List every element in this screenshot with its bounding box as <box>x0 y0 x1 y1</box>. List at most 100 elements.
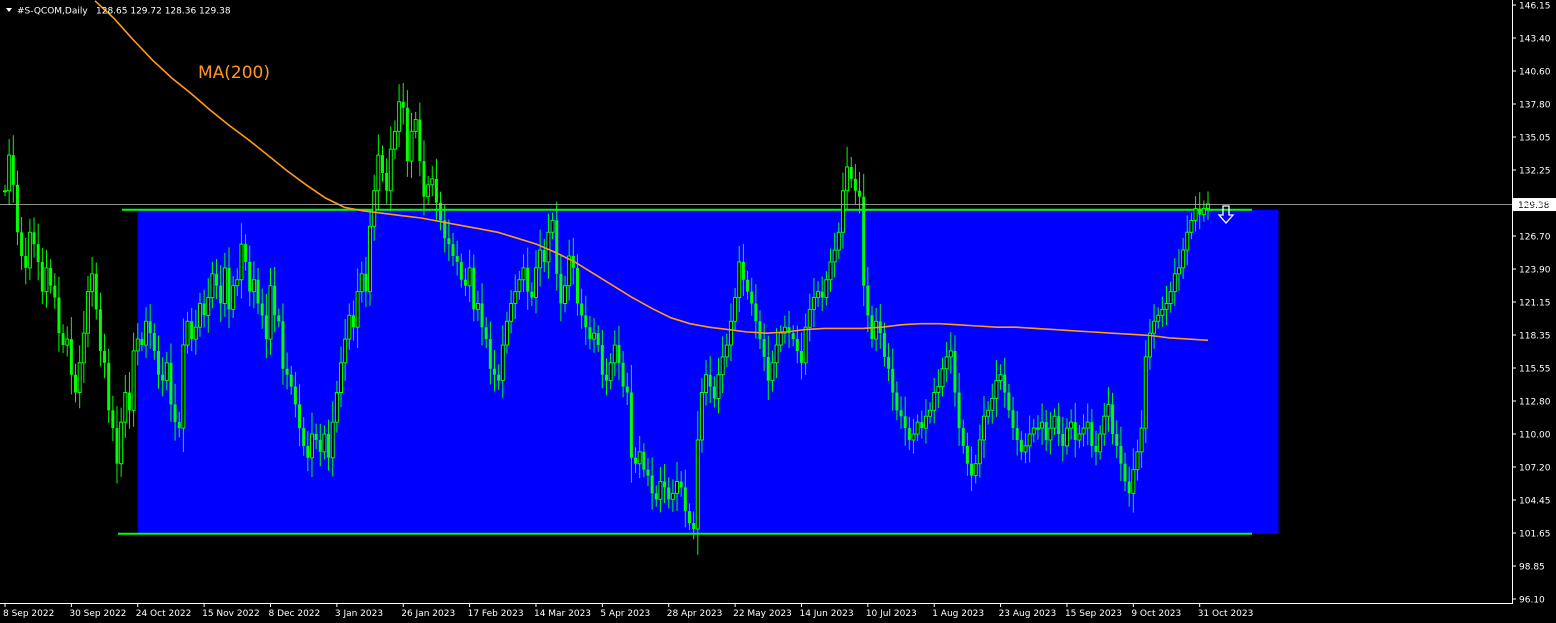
candle-body-down <box>530 291 534 298</box>
candle-body-down <box>488 339 492 369</box>
candle-body-up <box>874 320 879 340</box>
x-tick-label: 9 Oct 2023 <box>1131 609 1181 619</box>
candle-body-down <box>799 350 803 363</box>
candle-body-down <box>621 362 625 387</box>
candle-body-down <box>526 267 530 292</box>
candle-body-up <box>330 421 335 459</box>
candle-body-down <box>434 178 438 203</box>
candle-body-up <box>1106 403 1111 417</box>
candle-body-down <box>895 392 899 411</box>
x-tick-label: 3 Jan 2023 <box>335 609 383 619</box>
candle-body-up <box>1131 469 1136 494</box>
x-tick-label: 15 Sep 2023 <box>1065 609 1122 619</box>
candle-body-up <box>845 166 850 192</box>
candle-body-down <box>903 416 907 429</box>
candle-body-up <box>235 279 240 287</box>
candle-body-up <box>27 231 32 269</box>
candle-body-down <box>683 487 687 512</box>
candle-body-down <box>248 261 252 292</box>
candle-body-up <box>550 219 555 233</box>
candle-body-down <box>746 279 750 292</box>
candle-body-down <box>36 244 40 262</box>
candle-body-down <box>61 333 65 346</box>
candle-body-up <box>467 267 472 287</box>
candle-body-up <box>695 439 700 530</box>
x-tick-label: 1 Aug 2023 <box>932 609 984 619</box>
candle-body-down <box>750 291 754 304</box>
candle-body-up <box>206 297 211 316</box>
candle-body-down <box>15 184 19 233</box>
candle-body-up <box>376 154 381 192</box>
candle-body-up <box>1176 267 1181 275</box>
candle-body-down <box>625 386 629 393</box>
candle-body-down <box>405 107 409 162</box>
candle-body-up <box>44 267 49 293</box>
x-tick-label: 31 Oct 2023 <box>1198 609 1254 619</box>
candle-body-up <box>164 362 169 382</box>
candle-body-down <box>244 244 248 262</box>
candle-body-up <box>774 344 779 364</box>
candle-body-down <box>148 321 152 334</box>
candle-body-down <box>754 303 758 322</box>
candle-body-up <box>811 297 816 310</box>
x-tick-label: 8 Sep 2022 <box>3 609 54 619</box>
candle-body-down <box>542 250 546 262</box>
candle-body-up <box>770 362 775 382</box>
candle-body-up <box>1035 427 1040 430</box>
x-tick-label: 5 Apr 2023 <box>600 609 650 619</box>
candle-body-up <box>65 338 70 346</box>
candle-body-down <box>766 356 770 381</box>
candle-body-down <box>953 350 957 393</box>
candle-body-up <box>940 368 945 388</box>
candle-body-down <box>40 261 44 292</box>
candle-body-down <box>970 463 974 476</box>
candle-body-down <box>459 261 463 280</box>
candle-body-down <box>1011 410 1015 429</box>
candle-body-up <box>699 391 704 441</box>
x-tick-label: 28 Apr 2023 <box>667 609 723 619</box>
candle-body-down <box>654 493 658 500</box>
candle-body-up <box>517 279 522 293</box>
candle-body-down <box>1090 422 1094 446</box>
candle-body-up <box>193 326 198 340</box>
candle-body-up <box>426 184 431 198</box>
candle-body-up <box>1069 421 1074 429</box>
candle-body-up <box>948 350 953 358</box>
candle-body-up <box>977 439 982 465</box>
channel-rectangle[interactable] <box>137 209 1279 534</box>
candle-body-up <box>658 481 663 500</box>
y-tick-label: 146.15 <box>1519 2 1551 12</box>
x-tick-label: 14 Mar 2023 <box>534 609 591 619</box>
candle-body-down <box>1061 434 1065 446</box>
candle-body-up <box>563 285 568 304</box>
candle-body-up <box>222 267 227 304</box>
x-tick-label: 17 Feb 2023 <box>468 609 524 619</box>
candle-body-up <box>733 297 738 322</box>
candle-body-up <box>816 291 821 299</box>
x-tick-label: 23 Aug 2023 <box>999 609 1057 619</box>
candle-body-up <box>123 391 128 423</box>
candle-body-up <box>1185 231 1190 251</box>
candle-body-down <box>555 220 559 274</box>
candle-body-down <box>152 333 156 351</box>
candle-body-up <box>533 267 538 299</box>
candle-body-down <box>853 178 857 191</box>
candle-body-up <box>828 261 833 281</box>
candle-body-up <box>803 326 808 364</box>
y-tick-label: 132.25 <box>1519 167 1551 177</box>
price-chart[interactable]: 129.38 146.15143.40140.60137.80135.05132… <box>0 0 1556 623</box>
candle-body-up <box>500 344 505 382</box>
candle-body-down <box>891 368 895 393</box>
candle-body-down <box>215 273 219 286</box>
candle-body-up <box>737 261 742 299</box>
candle-body-up <box>135 338 140 352</box>
candle-body-down <box>260 303 264 316</box>
candle-body-up <box>936 386 941 393</box>
y-tick-label: 123.90 <box>1519 266 1551 276</box>
candle-body-up <box>131 350 136 411</box>
candle-body-down <box>862 196 866 286</box>
candle-body-down <box>1127 481 1131 494</box>
candle-body-up <box>392 130 397 150</box>
candle-body-down <box>98 309 102 351</box>
candle-body-down <box>94 273 98 310</box>
